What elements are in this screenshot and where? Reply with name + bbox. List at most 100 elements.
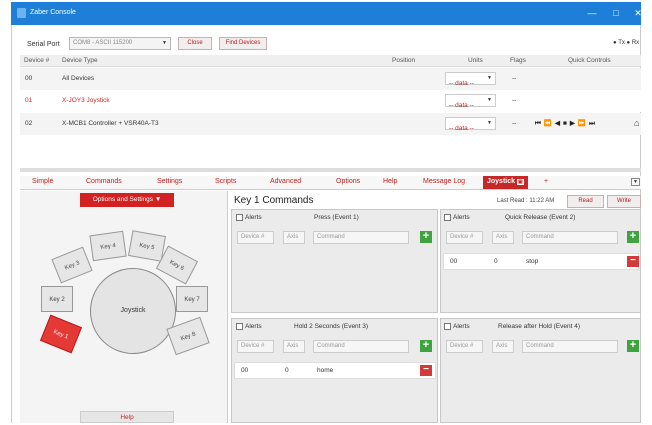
app-icon [17,8,26,18]
step-forward-icon[interactable]: ▶ [570,120,578,127]
joystick-button[interactable]: Joystick [90,268,176,354]
units-select[interactable]: -- data -- ▼ [445,94,496,109]
units-select[interactable]: -- data -- ▼ [445,72,496,87]
event-title: Quick Release (Event 2) [505,214,576,221]
remove-command-icon[interactable]: − [627,256,639,267]
tab-detach-icon[interactable]: ▣ [516,179,524,185]
fast-forward-icon[interactable]: ⏩ [578,120,589,127]
key-4[interactable]: Key 4 [89,230,127,262]
device-number: 00 [25,75,33,82]
rx-dot-icon: ● [626,40,631,46]
device-row[interactable]: 02 X-MCB1 Controller + VSR40A-T3 -- data… [20,113,641,135]
tab-dropdown-icon[interactable]: ▼ [631,178,640,186]
tab-options[interactable]: Options [336,178,360,185]
device-number-field[interactable]: Device # [237,231,274,244]
alerts-label: Alerts [245,214,262,221]
minimize-icon[interactable]: — [585,8,599,18]
tab-settings[interactable]: Settings [157,178,182,185]
command-row[interactable]: 00 0 stop − [443,253,639,270]
home-stop-icon[interactable]: ⏮ [535,120,544,127]
add-command-icon[interactable]: + [420,231,432,243]
tab-simple[interactable]: Simple [32,178,53,185]
device-number-field[interactable]: Device # [446,340,483,353]
title-bar: Zaber Console — □ ✕ [11,2,642,25]
device-row[interactable]: 01 X-JOY3 Joystick -- data -- ▼ -- [20,90,641,112]
device-row[interactable]: 00 All Devices -- data -- ▼ -- [20,68,641,90]
key-2[interactable]: Key 2 [41,286,73,312]
flags-value: -- [512,97,517,104]
axis-field[interactable]: Axis [283,231,305,244]
axis-field[interactable]: Axis [492,340,514,353]
key-commands-title: Key 1 Commands [234,195,314,206]
help-button[interactable]: Help [80,411,174,423]
device-type: X-JOY3 Joystick [62,97,110,104]
device-number-field[interactable]: Device # [237,340,274,353]
tab-commands[interactable]: Commands [86,178,122,185]
command-field[interactable]: Command [313,231,409,244]
key-label: Key 7 [184,297,200,303]
close-port-button[interactable]: Close [178,37,212,50]
key-5[interactable]: Key 5 [128,230,166,262]
tab-help[interactable]: Help [383,178,397,185]
serial-port-label: Serial Port [27,41,60,48]
alerts-checkbox[interactable] [444,323,451,330]
caret-down-icon: ▼ [154,196,162,203]
tab-scripts[interactable]: Scripts [215,178,236,185]
command-field[interactable]: Command [522,231,618,244]
axis-field[interactable]: Axis [492,231,514,244]
add-command-icon[interactable]: + [627,340,639,352]
event-title: Release after Hold (Event 4) [498,323,581,330]
home-icon[interactable]: ⌂ [634,118,639,128]
alerts-label: Alerts [245,323,262,330]
tx-label: Tx [618,40,625,46]
options-settings-label: Options and Settings [92,196,154,203]
serial-port-select[interactable]: COM8 - ASCII 115200 ▼ [69,37,171,50]
col-flags: Flags [510,57,526,64]
tx-indicator: ● Tx ● Rx [613,40,639,46]
device-number: 02 [25,120,33,127]
maximize-icon[interactable]: □ [609,8,623,18]
alerts-checkbox[interactable] [444,214,451,221]
event-4-panel: Alerts Release after Hold (Event 4) Devi… [440,318,641,423]
step-back-icon[interactable]: ◀ [555,120,563,127]
tx-dot-icon: ● [613,40,617,46]
write-button[interactable]: Write [607,195,641,208]
key-label: Key 4 [100,242,117,252]
axis-field[interactable]: Axis [283,340,305,353]
key-label: Key 1 [52,329,69,341]
options-settings-button[interactable]: Options and Settings ▼ [80,193,174,207]
close-window-icon[interactable]: ✕ [631,8,645,19]
add-tab-icon[interactable]: + [544,178,548,185]
tab-advanced[interactable]: Advanced [270,178,301,185]
units-value: -- data -- [449,125,474,132]
key-7[interactable]: Key 7 [176,286,208,312]
command-device: 00 [450,258,458,265]
chevron-down-icon: ▼ [487,97,492,103]
pane-splitter[interactable] [20,168,641,172]
col-position: Position [392,57,416,64]
add-command-icon[interactable]: + [420,340,432,352]
tab-message-log[interactable]: Message Log [423,178,465,185]
command-field[interactable]: Command [522,340,618,353]
alerts-checkbox[interactable] [236,323,243,330]
read-button[interactable]: Read [567,195,604,208]
fast-rewind-icon[interactable]: ⏪ [544,120,555,127]
alerts-checkbox[interactable] [236,214,243,221]
add-command-icon[interactable]: + [627,231,639,243]
remove-command-icon[interactable]: − [420,365,432,376]
find-devices-button[interactable]: Find Devices [219,37,267,50]
serial-port-value: COM8 - ASCII 115200 [73,40,133,46]
end-icon[interactable]: ⏭ [589,120,598,127]
command-row[interactable]: 00 0 home − [234,362,436,379]
command-field[interactable]: Command [313,340,409,353]
event-title: Press (Event 1) [314,214,359,221]
chevron-down-icon: ▼ [162,40,167,46]
units-value: -- data -- [449,102,474,109]
flags-value: -- [512,75,517,82]
tab-joystick[interactable]: Joystick ▣ [483,176,528,189]
device-number-field[interactable]: Device # [446,231,483,244]
stop-icon[interactable]: ■ [563,120,570,127]
units-select[interactable]: -- data -- ▼ [445,117,496,132]
key-label: Key 8 [180,331,197,343]
tab-joystick-label: Joystick [487,178,516,185]
